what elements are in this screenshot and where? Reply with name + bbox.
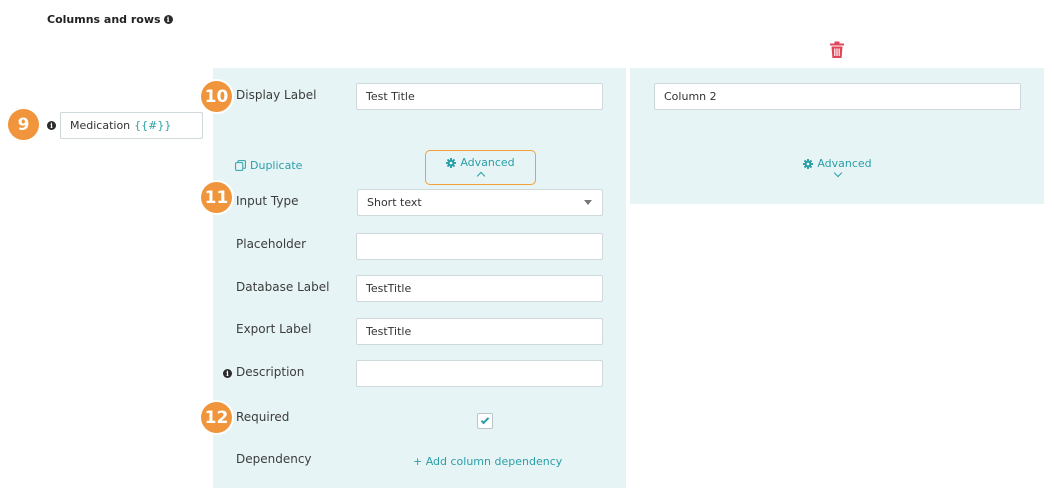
database-label-label: Database Label [236, 280, 330, 294]
display-label-value: Test Title [366, 90, 415, 103]
chevron-up-icon [476, 171, 485, 181]
copy-icon [235, 160, 246, 171]
input-type-value: Short text [367, 196, 422, 209]
step-badge-11: 11 [201, 182, 232, 213]
column-2-display-label-input[interactable]: Column 2 [654, 83, 1021, 110]
database-label-input[interactable]: TestTitle [356, 275, 603, 302]
section-title-text: Columns and rows [47, 13, 161, 26]
row-label-input[interactable]: Medication {{#}} [60, 112, 203, 139]
column-2-display-label-value: Column 2 [664, 90, 717, 103]
chevron-down-icon [833, 168, 842, 178]
advanced-toggle-column-1[interactable]: Advanced [425, 150, 536, 185]
input-type-select[interactable]: Short text [357, 189, 603, 216]
step-badge-12: 12 [201, 402, 232, 433]
info-icon[interactable]: i [163, 15, 173, 24]
required-label: Required [236, 410, 290, 424]
step-badge-10: 10 [201, 81, 232, 112]
row-label-text: Medication [70, 119, 131, 132]
checkmark-icon [480, 415, 490, 425]
row-info-icon[interactable]: i [47, 121, 56, 130]
section-title: Columns and rows i [47, 13, 173, 26]
database-label-value: TestTitle [366, 282, 412, 295]
advanced-label-column-2: Advanced [817, 157, 872, 170]
advanced-toggle-column-2[interactable]: Advanced [780, 157, 895, 178]
description-input[interactable] [356, 360, 603, 387]
export-label-value: TestTitle [366, 325, 412, 338]
export-label-label: Export Label [236, 322, 312, 336]
placeholder-label: Placeholder [236, 237, 307, 251]
caret-down-icon [584, 200, 592, 205]
dependency-label: Dependency [236, 452, 312, 466]
gear-icon [446, 157, 457, 168]
description-info-icon[interactable]: i [223, 369, 232, 378]
add-column-dependency-link[interactable]: + Add column dependency [413, 455, 562, 468]
display-label-label: Display Label [236, 88, 317, 102]
required-checkbox[interactable] [477, 413, 493, 429]
trash-icon[interactable] [829, 41, 845, 59]
step-badge-9: 9 [8, 109, 39, 140]
export-label-input[interactable]: TestTitle [356, 318, 603, 345]
duplicate-label: Duplicate [250, 159, 303, 172]
input-type-label: Input Type [236, 194, 299, 208]
display-label-input[interactable]: Test Title [356, 83, 603, 110]
row-number-tag: {{#}} [134, 119, 172, 132]
gear-icon [803, 158, 814, 169]
description-label: Description [236, 365, 305, 379]
duplicate-link[interactable]: Duplicate [235, 159, 302, 172]
advanced-label: Advanced [460, 156, 515, 169]
placeholder-input[interactable] [356, 233, 603, 260]
